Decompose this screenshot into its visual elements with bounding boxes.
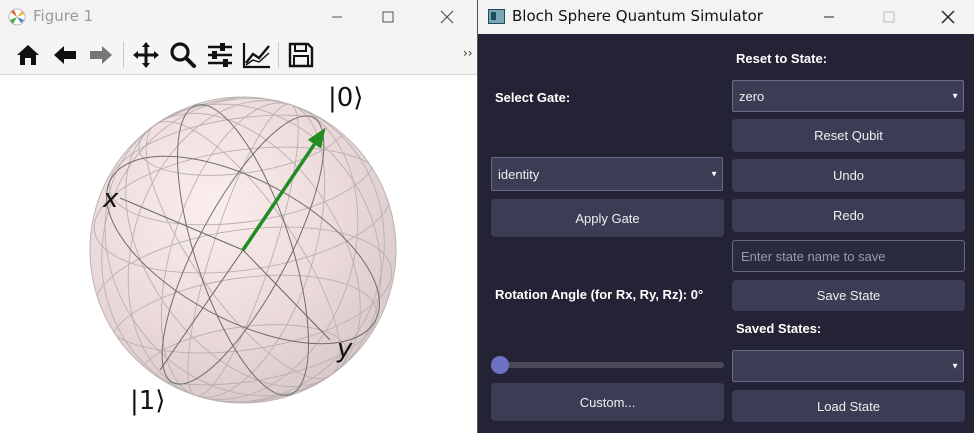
figure-titlebar: Figure 1 bbox=[0, 0, 477, 34]
minimize-icon bbox=[332, 16, 342, 18]
select-gate-label: Select Gate: bbox=[495, 90, 571, 105]
rotation-angle-label: Rotation Angle (for Rx, Ry, Rz): 0° bbox=[495, 287, 704, 302]
y-axis-label: y bbox=[336, 334, 353, 364]
toolbar-separator bbox=[123, 42, 124, 68]
pan-icon bbox=[133, 42, 159, 68]
rotation-slider-handle[interactable] bbox=[491, 356, 509, 374]
save-icon bbox=[288, 42, 314, 68]
close-icon bbox=[941, 10, 955, 24]
rotation-slider-track[interactable] bbox=[491, 362, 724, 368]
toolbar-overflow-chevron[interactable]: ›› bbox=[463, 46, 473, 60]
saved-states-select[interactable]: ▼ bbox=[732, 350, 964, 382]
home-icon bbox=[17, 45, 39, 65]
dropdown-arrow-icon: ▼ bbox=[710, 169, 718, 179]
figure-window: Figure 1 ›› |0⟩ |1⟩ x y bbox=[0, 0, 477, 433]
window-title: Figure 1 bbox=[33, 7, 94, 25]
back-button[interactable] bbox=[49, 39, 81, 71]
simulator-window: Bloch Sphere Quantum Simulator Select Ga… bbox=[477, 0, 974, 433]
undo-button[interactable]: Undo bbox=[732, 159, 965, 192]
matplotlib-logo-icon bbox=[8, 8, 26, 26]
maximize-button[interactable] bbox=[363, 0, 413, 34]
reset-to-state-label: Reset to State: bbox=[736, 51, 828, 66]
close-icon bbox=[440, 10, 454, 24]
gate-select[interactable]: identity ▼ bbox=[491, 157, 723, 191]
back-arrow-icon bbox=[54, 46, 76, 64]
window-title: Bloch Sphere Quantum Simulator bbox=[512, 7, 763, 25]
pan-button[interactable] bbox=[130, 39, 162, 71]
gate-select-value: identity bbox=[498, 166, 540, 182]
bloch-sphere-plot[interactable]: |0⟩ |1⟩ x y bbox=[0, 75, 477, 433]
redo-button[interactable]: Redo bbox=[732, 199, 965, 232]
custom-gate-button[interactable]: Custom... bbox=[491, 383, 724, 421]
reset-state-value: zero bbox=[739, 88, 765, 104]
simulator-titlebar: Bloch Sphere Quantum Simulator bbox=[478, 0, 974, 34]
edit-axes-icon bbox=[242, 43, 270, 69]
save-state-button[interactable]: Save State bbox=[732, 280, 965, 311]
maximize-button[interactable] bbox=[864, 0, 914, 34]
save-figure-button[interactable] bbox=[285, 39, 317, 71]
apply-gate-button[interactable]: Apply Gate bbox=[491, 199, 724, 237]
minimize-button[interactable] bbox=[804, 0, 854, 34]
home-button[interactable] bbox=[12, 39, 44, 71]
toolbar-separator bbox=[278, 42, 279, 68]
figure-toolbar: ›› bbox=[0, 34, 477, 75]
forward-arrow-icon bbox=[90, 46, 112, 64]
minimize-icon bbox=[824, 16, 834, 18]
dropdown-arrow-icon: ▼ bbox=[951, 361, 959, 371]
close-button[interactable] bbox=[422, 0, 472, 34]
zoom-button[interactable] bbox=[167, 39, 199, 71]
close-button[interactable] bbox=[923, 0, 973, 34]
ket-one-label: |1⟩ bbox=[130, 386, 165, 416]
tk-app-icon bbox=[488, 9, 505, 24]
maximize-icon bbox=[883, 11, 895, 23]
load-state-button[interactable]: Load State bbox=[732, 390, 965, 422]
state-name-input[interactable] bbox=[741, 248, 964, 264]
zoom-icon bbox=[170, 42, 196, 68]
bloch-sphere-canvas: |0⟩ |1⟩ x y bbox=[89, 83, 397, 416]
saved-states-label: Saved States: bbox=[736, 321, 822, 336]
configure-subplots-icon bbox=[208, 43, 232, 67]
minimize-button[interactable] bbox=[312, 0, 362, 34]
reset-state-select[interactable]: zero ▼ bbox=[732, 80, 964, 112]
x-axis-label: x bbox=[102, 184, 119, 214]
forward-button[interactable] bbox=[85, 39, 117, 71]
reset-qubit-button[interactable]: Reset Qubit bbox=[732, 119, 965, 152]
dropdown-arrow-icon: ▼ bbox=[951, 91, 959, 101]
edit-axes-button[interactable] bbox=[241, 39, 273, 71]
configure-subplots-button[interactable] bbox=[204, 39, 236, 71]
state-name-field[interactable] bbox=[732, 240, 965, 272]
maximize-icon bbox=[382, 11, 394, 23]
ket-zero-label: |0⟩ bbox=[328, 83, 363, 113]
